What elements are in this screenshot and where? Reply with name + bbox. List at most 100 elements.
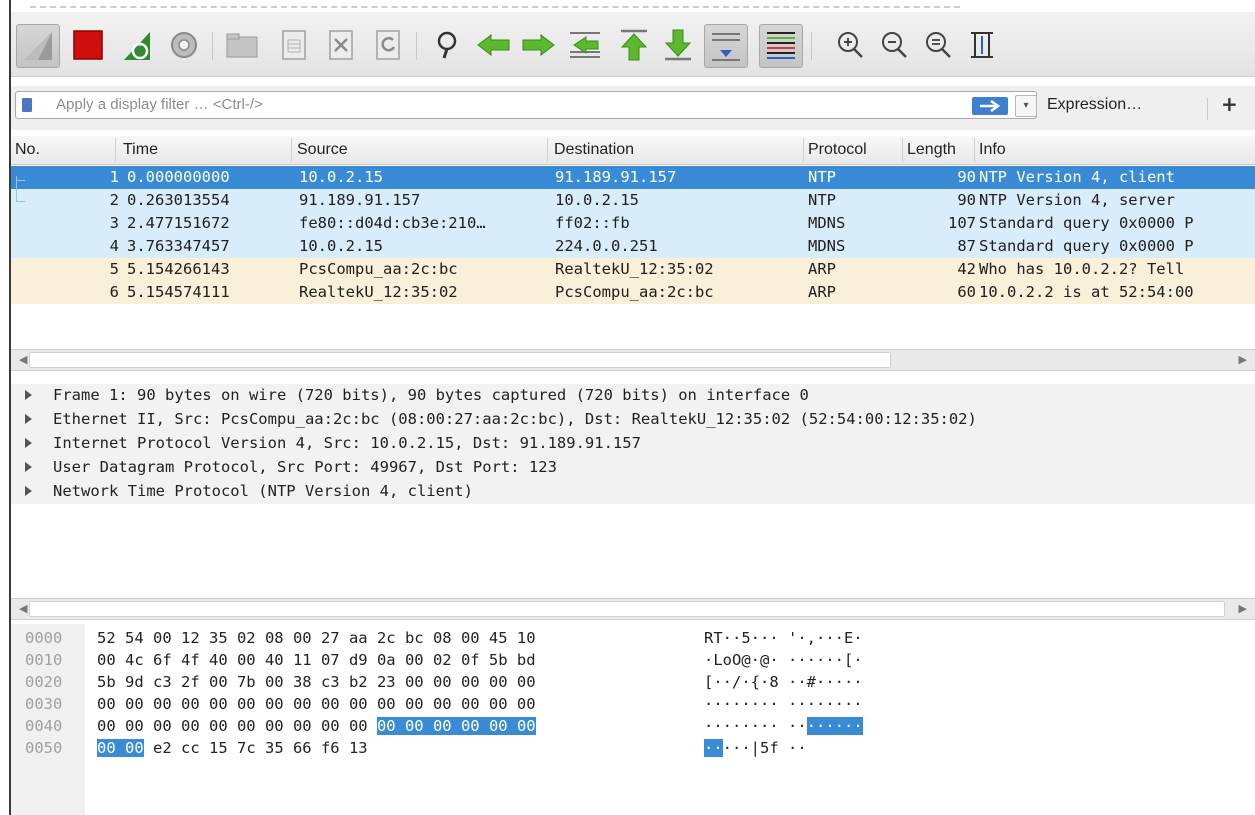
hex-offset: 0020: [25, 673, 63, 691]
expand-arrow-icon[interactable]: [25, 414, 32, 424]
hex-row[interactable]: 0040 00 00 00 00 00 00 00 00 00 00 00 00 …: [11, 716, 1255, 738]
add-filter-button[interactable]: +: [1221, 92, 1238, 116]
find-packet-button[interactable]: [428, 24, 470, 66]
hex-bytes: 00 4c 6f 4f 40 00 40 11 07 d9 0a 00 02 0…: [97, 651, 536, 669]
packet-row[interactable]: 6 5.154574111 RealtekU_12:35:02 PcsCompu_aa…: [11, 281, 1255, 304]
restart-capture-icon: [124, 32, 150, 60]
packet-cell-length: 107: [948, 214, 976, 232]
expand-arrow-icon[interactable]: [25, 390, 32, 400]
packet-bytes-pane: 0000 52 54 00 12 35 02 08 00 27 aa 2c bc …: [11, 624, 1255, 815]
packet-list-scroll-thumb[interactable]: [29, 352, 891, 368]
go-forward-button[interactable]: [517, 24, 559, 66]
column-header-no[interactable]: No.: [15, 141, 40, 159]
zoom-in-button[interactable]: [829, 24, 871, 66]
go-back-icon: [477, 33, 510, 57]
capture-options-icon: [171, 32, 197, 58]
hex-row[interactable]: 0000 52 54 00 12 35 02 08 00 27 aa 2c bc …: [11, 628, 1255, 650]
packet-cell-time: 0.263013554: [127, 191, 230, 209]
go-back-button[interactable]: [473, 24, 515, 66]
reload-file-button[interactable]: [367, 24, 409, 66]
autoscroll-icon: [712, 33, 740, 61]
expression-button[interactable]: Expression…: [1047, 96, 1142, 114]
display-filter-input[interactable]: Apply a display filter … <Ctrl-/> ▾: [15, 91, 1037, 119]
packet-cell-destination: PcsCompu_aa:2c:bc: [555, 283, 714, 301]
detail-tree-item[interactable]: Internet Protocol Version 4, Src: 10.0.2…: [11, 432, 1255, 456]
packet-row[interactable]: 2 0.263013554 91.189.91.157 10.0.2.15 NTP 90 N…: [11, 189, 1255, 212]
save-file-button[interactable]: [273, 24, 315, 66]
packet-cell-destination: 10.0.2.15: [555, 191, 639, 209]
bookmark-icon[interactable]: [22, 98, 32, 112]
go-last-packet-button[interactable]: [657, 24, 699, 66]
column-header-source[interactable]: Source: [297, 141, 348, 159]
column-header-destination[interactable]: Destination: [554, 141, 634, 159]
scroll-left-icon[interactable]: ◀: [19, 353, 27, 366]
details-hscrollbar[interactable]: ◀ ▶: [11, 598, 1255, 620]
detail-tree-label: Network Time Protocol (NTP Version 4, cl…: [53, 482, 473, 500]
hex-ascii: ········ ········: [704, 695, 863, 713]
go-first-packet-button[interactable]: [613, 24, 655, 66]
hex-row[interactable]: 0030 00 00 00 00 00 00 00 00 00 00 00 00 …: [11, 694, 1255, 716]
detail-tree-item[interactable]: Network Time Protocol (NTP Version 4, cl…: [11, 480, 1255, 504]
recent-filters-dropdown[interactable]: ▾: [1015, 95, 1037, 117]
autoscroll-button[interactable]: [704, 24, 748, 68]
detail-tree-item[interactable]: User Datagram Protocol, Src Port: 49967,…: [11, 456, 1255, 480]
packet-cell-info: NTP Version 4, client: [979, 168, 1175, 186]
go-last-packet-icon: [664, 29, 692, 61]
column-header-time[interactable]: Time: [123, 141, 158, 159]
hex-offset: 0040: [25, 717, 63, 735]
start-capture-button[interactable]: [16, 24, 60, 68]
packet-row[interactable]: 3 2.477151672 fe80::d04d:cb3e:210… ff02::fb…: [11, 212, 1255, 235]
stop-capture-button[interactable]: [67, 24, 109, 66]
hex-row[interactable]: 0020 5b 9d c3 2f 00 7b 00 38 c3 b2 23 00 …: [11, 672, 1255, 694]
hex-bytes-segment: 00 00 00 00 00 00 00 00 00 00: [97, 717, 377, 735]
details-scroll-thumb[interactable]: [29, 601, 1225, 617]
expand-arrow-icon[interactable]: [25, 486, 32, 496]
packet-cell-protocol: NTP: [808, 168, 836, 186]
resize-columns-button[interactable]: [961, 24, 1003, 66]
packet-list-hscrollbar[interactable]: ◀ ▶: [11, 349, 1255, 371]
stop-capture-icon: [73, 30, 103, 60]
normal-size-button[interactable]: [917, 24, 959, 66]
close-file-button[interactable]: [320, 24, 362, 66]
detail-tree-item[interactable]: Ethernet II, Src: PcsCompu_aa:2c:bc (08:…: [11, 408, 1255, 432]
packet-cell-protocol: NTP: [808, 191, 836, 209]
column-header-length[interactable]: Length: [907, 141, 973, 159]
hex-bytes: 52 54 00 12 35 02 08 00 27 aa 2c bc 08 0…: [97, 629, 536, 647]
hex-ascii-segment: ········ ··: [704, 717, 807, 735]
expand-arrow-icon[interactable]: [25, 438, 32, 448]
detail-tree-label: Ethernet II, Src: PcsCompu_aa:2c:bc (08:…: [53, 410, 977, 428]
packet-cell-protocol: MDNS: [808, 214, 846, 232]
packet-row[interactable]: 4 3.763347457 10.0.2.15 224.0.0.251 MDNS 87 St…: [11, 235, 1255, 258]
go-to-packet-button[interactable]: [564, 24, 606, 66]
detail-tree-item[interactable]: Frame 1: 90 bytes on wire (720 bits), 90…: [11, 384, 1255, 408]
column-header-protocol[interactable]: Protocol: [808, 141, 867, 159]
scroll-right-icon[interactable]: ▶: [1239, 353, 1247, 366]
packet-cell-no: 6: [109, 283, 119, 301]
column-header-info[interactable]: Info: [979, 141, 1006, 159]
hex-row[interactable]: 0050 00 00 e2 cc 15 7c 35 66 f6 13 ·····|5…: [11, 738, 1255, 760]
packet-cell-time: 0.000000000: [127, 168, 230, 186]
packet-row[interactable]: 5 5.154266143 PcsCompu_aa:2c:bc RealtekU_12…: [11, 258, 1255, 281]
scroll-left-icon[interactable]: ◀: [19, 602, 27, 615]
restart-capture-button[interactable]: [116, 24, 158, 66]
packet-cell-info: NTP Version 4, server: [979, 191, 1175, 209]
zoom-out-button[interactable]: [873, 24, 915, 66]
open-file-button[interactable]: [221, 24, 263, 66]
packet-cell-time: 5.154266143: [127, 260, 230, 278]
packet-row[interactable]: 1 0.000000000 10.0.2.15 91.189.91.157 NTP 90 N…: [11, 166, 1255, 189]
apply-filter-icon[interactable]: [972, 97, 1008, 115]
hex-bytes: 00 00 e2 cc 15 7c 35 66 f6 13: [97, 739, 368, 757]
detail-tree-label: User Datagram Protocol, Src Port: 49967,…: [53, 458, 557, 476]
zoom-out-icon: [882, 32, 907, 58]
colorize-button[interactable]: [759, 24, 803, 68]
find-packet-icon: [437, 31, 457, 59]
go-first-packet-icon: [620, 29, 648, 61]
hex-ascii: ·LoO@·@· ······[·: [704, 651, 863, 669]
packet-cell-info: Who has 10.0.2.2? Tell: [979, 260, 1185, 278]
expand-arrow-icon[interactable]: [25, 462, 32, 472]
detail-tree-label: Frame 1: 90 bytes on wire (720 bits), 90…: [53, 386, 809, 404]
capture-options-button[interactable]: [163, 24, 205, 66]
scroll-right-icon[interactable]: ▶: [1239, 602, 1247, 615]
hex-row[interactable]: 0010 00 4c 6f 4f 40 00 40 11 07 d9 0a 00 …: [11, 650, 1255, 672]
packet-cell-no: 5: [109, 260, 119, 278]
